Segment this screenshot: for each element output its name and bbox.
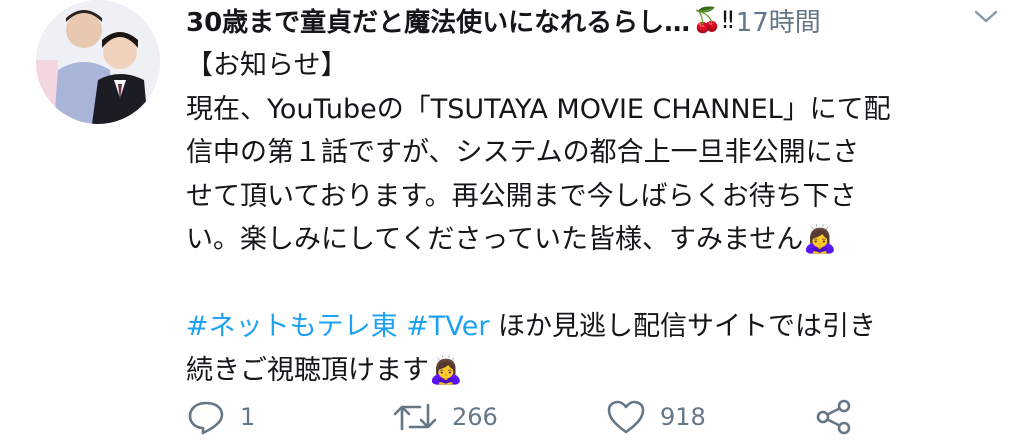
tweet-text: 【お知らせ】 現在、YouTubeの「TSUTAYA MOVIE CHANNEL…: [186, 44, 996, 392]
share-icon: [816, 399, 851, 435]
chevron-down-icon: [974, 10, 998, 23]
reply-count: 1: [240, 403, 256, 431]
like-button[interactable]: 918: [606, 392, 706, 442]
retweet-count: 266: [452, 403, 498, 431]
reply-button[interactable]: 1: [186, 392, 255, 442]
avatar[interactable]: [36, 0, 160, 124]
tweet-text-line: 【お知らせ】: [186, 50, 348, 81]
retweet-button[interactable]: 266: [392, 392, 498, 442]
tweet-header: 30歳まで童貞だと魔法使いになれるらし… 🍒‼ 17時間: [186, 0, 1004, 40]
tweet-actions: 1 266 918: [186, 392, 886, 442]
tweet-text-line: #ネットもテレ東 #TVer ほか見逃し配信サイトでは引き: [186, 305, 996, 349]
avatar-image: [36, 0, 160, 124]
tweet-text-line: い。楽しみにしてくださっていた皆様、すみません🙇‍♀️: [186, 224, 837, 255]
tweet-text-line: せて頂いております。再公開まで今しばらくお待ち下さ: [186, 180, 857, 212]
display-name[interactable]: 30歳まで童貞だと魔法使いになれるらし…: [186, 2, 690, 39]
share-button[interactable]: [814, 392, 854, 442]
timestamp[interactable]: 17時間: [736, 2, 821, 39]
like-count: 918: [660, 403, 706, 431]
retweet-icon: [393, 403, 437, 431]
tweet-text-line: 続きご視聴頂けます🙇‍♀️: [186, 354, 463, 386]
hashtag-link[interactable]: #ネットもテレ東: [186, 311, 398, 342]
hashtag-link[interactable]: #TVer: [406, 311, 489, 342]
tweet-menu-button[interactable]: [968, 2, 1004, 32]
heart-icon: [607, 400, 645, 434]
tweet-text-line: 信中の第１話ですが、システムの都合上一旦非公開にさ: [186, 137, 860, 168]
name-emoji: 🍒‼: [692, 6, 734, 34]
reply-icon: [188, 401, 224, 435]
tweet-text-line: 現在、YouTubeの「TSUTAYA MOVIE CHANNEL」にて配: [186, 93, 891, 125]
tweet-text-segment: ほか見逃し配信サイトでは引き: [489, 311, 877, 342]
